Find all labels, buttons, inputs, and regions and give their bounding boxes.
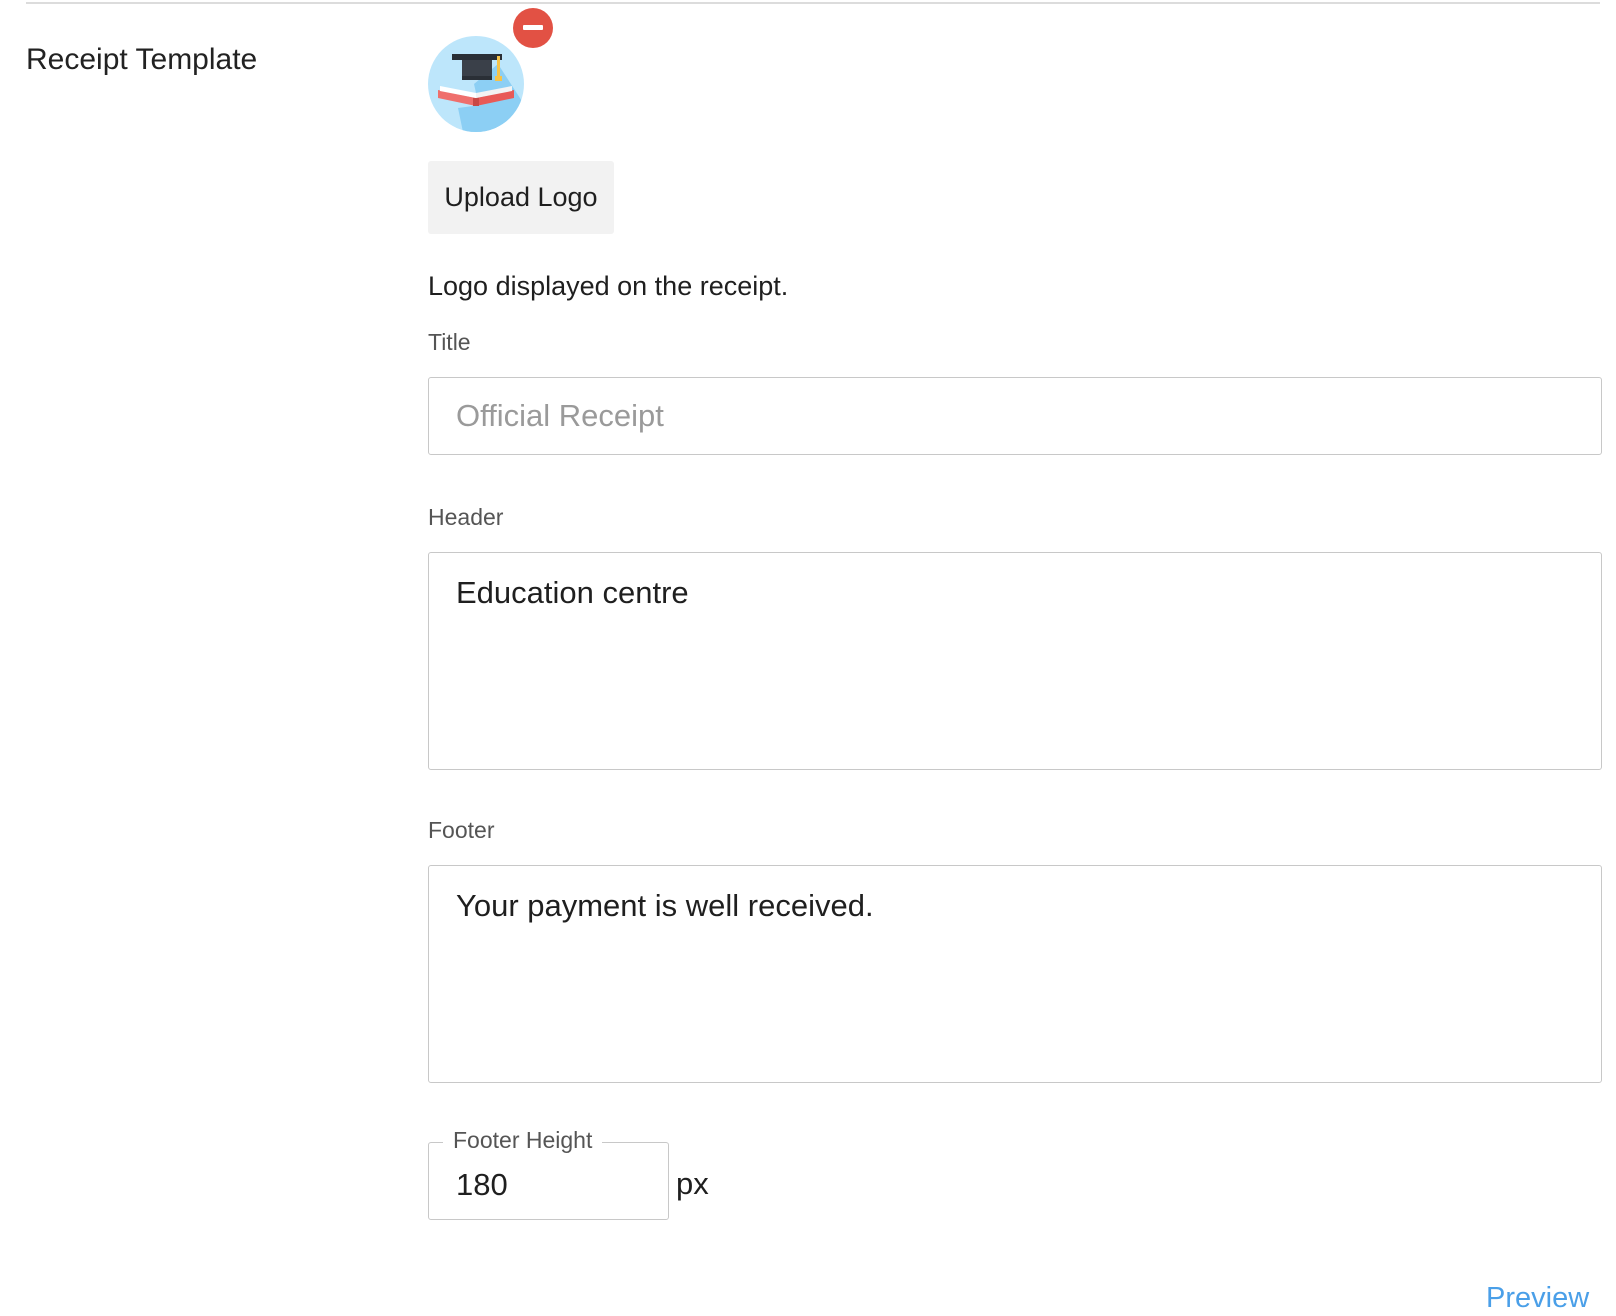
title-input[interactable] <box>428 377 1602 455</box>
footer-height-unit: px <box>676 1166 709 1201</box>
section-title: Receipt Template <box>26 43 258 76</box>
header-label: Header <box>428 504 504 530</box>
title-label: Title <box>428 329 471 355</box>
footer-height-field: Footer Height <box>428 1125 669 1220</box>
footer-textarea[interactable]: Your payment is well received. <box>428 865 1602 1083</box>
upload-logo-button[interactable]: Upload Logo <box>428 161 614 234</box>
graduation-cap-book-icon <box>428 36 524 132</box>
remove-logo-button[interactable] <box>513 8 553 48</box>
receipt-template-settings: Receipt Template Upload Logo Logo displa… <box>0 0 1616 1316</box>
preview-link[interactable]: Preview <box>1486 1280 1589 1316</box>
header-textarea[interactable]: Education centre <box>428 552 1602 770</box>
logo-helper-text: Logo displayed on the receipt. <box>428 271 789 301</box>
footer-label: Footer <box>428 817 495 843</box>
minus-icon <box>523 25 543 30</box>
logo-preview <box>428 36 524 132</box>
footer-height-input[interactable] <box>456 1165 646 1205</box>
footer-height-label: Footer Height <box>443 1125 603 1155</box>
section-divider <box>26 2 1600 4</box>
